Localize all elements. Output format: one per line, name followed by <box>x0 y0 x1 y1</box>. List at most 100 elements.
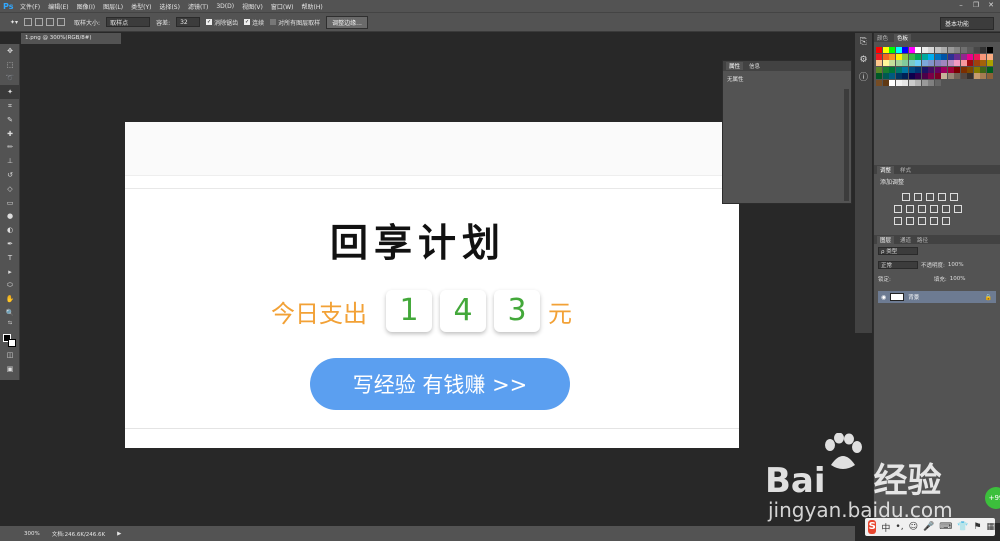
tab-channels[interactable]: 通道 <box>900 236 911 244</box>
menu-view[interactable]: 视图(V) <box>242 2 263 11</box>
color-swatch[interactable] <box>882 60 889 66</box>
color-swatch[interactable] <box>954 73 960 79</box>
color-swatch[interactable] <box>889 47 895 53</box>
move-tool-icon[interactable]: ✥ <box>0 44 20 58</box>
type-tool-icon[interactable]: T <box>0 251 20 265</box>
color-swatch[interactable] <box>882 79 889 86</box>
levels-adjust-icon[interactable] <box>914 193 922 201</box>
zoom-level[interactable]: 300% <box>24 531 40 537</box>
color-swatch[interactable] <box>928 60 934 66</box>
menu-select[interactable]: 选择(S) <box>159 2 180 11</box>
color-swatch[interactable] <box>960 47 967 53</box>
antialias-option[interactable]: ✓ 消除锯齿 <box>206 18 238 27</box>
color-swatch[interactable] <box>941 66 947 73</box>
all-layers-checkbox[interactable] <box>270 19 277 25</box>
menu-help[interactable]: 帮助(H) <box>302 2 323 11</box>
color-swatch[interactable] <box>908 53 915 60</box>
color-swatch[interactable] <box>889 79 895 86</box>
color-balance-adjust-icon[interactable] <box>906 205 914 213</box>
selection-mode-icons[interactable] <box>24 18 68 26</box>
eyedropper-tool-icon[interactable]: ✎ <box>0 113 20 127</box>
history-panel-icon[interactable]: ⎘ <box>855 33 872 51</box>
gradient-tool-icon[interactable]: ▭ <box>0 196 20 210</box>
info-panel-icon[interactable]: ⓘ <box>855 69 872 87</box>
color-swatch[interactable] <box>876 60 882 66</box>
healing-brush-tool-icon[interactable]: ✚ <box>0 127 20 141</box>
color-swatch[interactable] <box>928 47 934 53</box>
color-swatch[interactable] <box>980 73 986 79</box>
color-swatch[interactable] <box>889 53 895 60</box>
invert-adjust-icon[interactable] <box>894 217 902 225</box>
color-swatch[interactable] <box>889 66 895 73</box>
document-tab[interactable]: 1.png @ 300%(RGB/8#) <box>21 33 121 44</box>
ime-grid-icon[interactable]: ▦ <box>986 522 995 532</box>
color-swatch[interactable] <box>934 47 941 53</box>
color-swatch[interactable] <box>882 66 889 73</box>
ime-chinese-mode[interactable]: 中 <box>881 521 890 534</box>
selective-color-adjust-icon[interactable] <box>942 217 950 225</box>
color-swatch[interactable] <box>941 60 947 66</box>
tab-info[interactable]: 信息 <box>749 62 760 70</box>
vibrance-adjust-icon[interactable] <box>950 193 958 201</box>
color-swatch[interactable] <box>954 60 960 66</box>
swap-colors-icon[interactable]: ⇆ <box>0 320 20 326</box>
color-swatch[interactable] <box>986 66 993 73</box>
color-swatch[interactable] <box>967 47 973 53</box>
threshold-adjust-icon[interactable] <box>918 217 926 225</box>
eraser-tool-icon[interactable]: ◇ <box>0 182 20 196</box>
crop-tool-icon[interactable]: ⌗ <box>0 99 20 113</box>
color-swatch[interactable] <box>986 53 993 60</box>
color-swatch[interactable] <box>960 53 967 60</box>
color-swatch[interactable] <box>902 53 908 60</box>
maximize-button[interactable]: ❐ <box>971 1 981 9</box>
color-swatch[interactable] <box>902 79 908 86</box>
menu-type[interactable]: 类型(Y) <box>131 2 151 11</box>
menu-3d[interactable]: 3D(D) <box>216 3 234 10</box>
ime-keyboard-icon[interactable]: ⌨ <box>939 522 952 532</box>
gradient-map-adjust-icon[interactable] <box>930 217 938 225</box>
color-swatch[interactable] <box>921 66 928 73</box>
lasso-tool-icon[interactable]: ➰ <box>0 72 20 86</box>
color-swatch[interactable] <box>941 47 947 53</box>
swatch-grid[interactable] <box>876 47 993 109</box>
color-swatch[interactable] <box>882 73 889 79</box>
layer-row[interactable]: ◉ 背景 🔒 <box>878 291 996 303</box>
color-swatch[interactable] <box>908 79 915 86</box>
color-swatch[interactable] <box>941 73 947 79</box>
notification-badge[interactable]: +99 <box>985 487 1000 509</box>
color-swatch[interactable] <box>934 60 941 66</box>
color-swatch[interactable] <box>921 53 928 60</box>
curves-adjust-icon[interactable] <box>926 193 934 201</box>
refine-edge-button[interactable]: 调整边缘... <box>326 15 368 29</box>
shape-tool-icon[interactable]: ⬭ <box>0 279 20 293</box>
close-button[interactable]: ✕ <box>986 1 996 9</box>
path-select-tool-icon[interactable]: ▸ <box>0 265 20 279</box>
ime-flag-icon[interactable]: ⚑ <box>973 522 981 532</box>
color-swatch[interactable] <box>973 47 980 53</box>
color-swatch[interactable] <box>986 47 993 53</box>
clone-stamp-tool-icon[interactable]: ⊥ <box>0 154 20 168</box>
sogou-logo-icon[interactable]: S <box>868 520 877 534</box>
exposure-adjust-icon[interactable] <box>938 193 946 201</box>
bw-adjust-icon[interactable] <box>918 205 926 213</box>
color-swatch[interactable] <box>915 79 921 86</box>
color-swatch[interactable] <box>960 66 967 73</box>
brightness-adjust-icon[interactable] <box>902 193 910 201</box>
color-swatch[interactable] <box>967 73 973 79</box>
color-swatch[interactable] <box>915 53 921 60</box>
color-swatch[interactable] <box>954 53 960 60</box>
marquee-tool-icon[interactable]: ⬚ <box>0 58 20 72</box>
background-color-swatch[interactable] <box>8 339 16 347</box>
color-swatch[interactable] <box>908 47 915 53</box>
color-swatch[interactable] <box>986 73 993 79</box>
color-swatch[interactable] <box>889 60 895 66</box>
color-swatch[interactable] <box>954 47 960 53</box>
minimize-button[interactable]: – <box>956 1 966 9</box>
color-swatch[interactable] <box>973 66 980 73</box>
color-swatch[interactable] <box>934 73 941 79</box>
color-swatch[interactable] <box>967 60 973 66</box>
color-swatch[interactable] <box>895 79 902 86</box>
color-swatch[interactable] <box>908 73 915 79</box>
color-swatch[interactable] <box>915 73 921 79</box>
status-arrow-icon[interactable]: ▶ <box>117 531 121 537</box>
